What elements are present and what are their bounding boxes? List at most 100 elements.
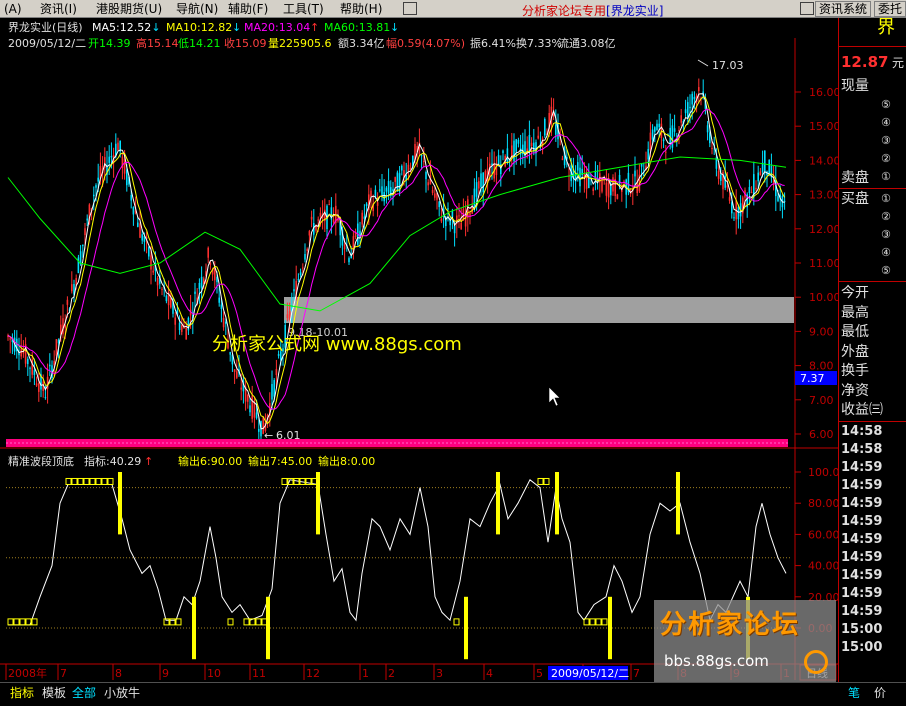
candle-body <box>150 255 152 270</box>
candle-body <box>319 212 322 217</box>
top-signal-bar <box>118 472 122 535</box>
high-marker-line <box>697 59 709 67</box>
candle-body <box>711 147 713 150</box>
delegate-button[interactable]: 委托 <box>874 1 906 17</box>
candle-body <box>376 202 379 206</box>
menu-item-news[interactable]: 资讯(I) <box>40 2 77 16</box>
current-price: 12.87 <box>841 53 889 71</box>
menu-item-tools[interactable]: 工具(T) <box>283 2 324 16</box>
candle-body <box>396 172 399 192</box>
candle-body <box>82 244 84 247</box>
candle-body <box>71 284 73 292</box>
menu-item-hk-futures[interactable]: 港股期货(U) <box>96 2 162 16</box>
candle-body <box>302 267 304 269</box>
logo-mark-icon <box>804 650 828 674</box>
candle-body <box>385 187 388 192</box>
candle-body <box>97 177 99 182</box>
time-tick-label: 11 <box>252 667 266 680</box>
ma-legend: 界龙实业(日线) MA5:12.52 ↓ MA10:12.82 ↓ MA20:13.04 ↑… <box>8 20 399 34</box>
candle-body <box>759 171 762 176</box>
ma-legend-item: MA20:13.04 <box>244 21 310 34</box>
tick-time: 14:59 <box>841 460 883 475</box>
candle-body <box>673 128 676 132</box>
candle-body <box>148 247 150 257</box>
indicator-tick-label: 40.00 <box>808 560 838 573</box>
indicator-tick-label: 80.00 <box>808 497 838 510</box>
tab-template[interactable]: 模板 <box>40 685 68 701</box>
tab-price[interactable]: 价 <box>872 685 888 701</box>
ma-trend-arrow: ↓ <box>390 21 399 34</box>
candle-body <box>141 234 143 241</box>
candle-body <box>651 129 654 140</box>
candle-body <box>717 171 720 179</box>
current-price-tag-text: 7.37 <box>800 372 825 385</box>
quote-field: 换7.33% <box>516 36 562 50</box>
candle-body <box>605 182 608 196</box>
window-restore-icon[interactable] <box>403 2 417 15</box>
menu-item-a[interactable]: (A) <box>4 2 22 16</box>
info-system-button[interactable]: 资讯系统 <box>815 1 872 17</box>
menu-item-assist[interactable]: 辅助(F) <box>228 2 268 16</box>
sell-level-icon: ③ <box>881 134 891 147</box>
candle-body <box>236 371 238 378</box>
candle-body <box>381 186 383 195</box>
candle-body <box>139 223 141 238</box>
candle-body <box>225 321 227 324</box>
price-range-band <box>284 297 794 323</box>
menu-item-navigation[interactable]: 导航(N) <box>176 2 218 16</box>
quote-field: 流通3.08亿 <box>558 36 616 50</box>
signal-box <box>601 618 608 626</box>
indicator-tick-label: 60.00 <box>808 528 838 541</box>
side-divider <box>839 46 906 47</box>
candle-body <box>517 139 520 144</box>
sell-level-icon: ① <box>881 170 891 183</box>
candle-body <box>401 165 403 171</box>
candle-body <box>258 428 260 432</box>
time-tick-label: 5 <box>536 667 543 680</box>
bottom-signal-bar <box>608 596 612 660</box>
tick-time: 14:59 <box>841 586 883 601</box>
signal-box <box>89 477 96 485</box>
candle-body <box>328 204 330 206</box>
candle-body <box>544 118 546 136</box>
signal-box <box>595 618 602 626</box>
logo-url: bbs.88gs.com <box>664 652 769 670</box>
candle-body <box>706 125 709 133</box>
candle-body <box>194 291 196 294</box>
window-menu-icon[interactable] <box>800 2 814 15</box>
candle-body <box>181 325 183 332</box>
price-tick-label: 7.00 <box>809 394 834 407</box>
tab-trades[interactable]: 笔 <box>846 685 862 701</box>
tab-all[interactable]: 全部 <box>70 685 98 701</box>
indicator-title: 精准波段顶底 <box>8 454 74 468</box>
candle-body <box>687 102 689 119</box>
sell-level-icon: ⑤ <box>881 98 891 111</box>
tick-time: 14:59 <box>841 604 883 619</box>
tab-xiaofangniu[interactable]: 小放牛 <box>102 685 142 701</box>
kline-chart-area[interactable]: 界龙实业(日线) MA5:12.52 ↓ MA10:12.82 ↓ MA20:13.04 ↑… <box>0 18 838 682</box>
candle-body <box>27 358 29 365</box>
logo-watermark: 分析家论坛 bbs.88gs.com <box>654 600 836 682</box>
menu-item-help[interactable]: 帮助(H) <box>340 2 382 16</box>
top-signal-bar <box>496 472 500 535</box>
price-tick-label: 9.00 <box>809 325 834 338</box>
candle-body <box>460 222 462 230</box>
quote-field: 低14.21 <box>178 37 221 50</box>
candle-body <box>473 188 476 209</box>
candle-body <box>506 148 509 163</box>
candle-body <box>317 219 319 221</box>
candle-body <box>126 169 128 186</box>
quote-field: 量225905.6 <box>268 37 332 50</box>
stat-label: 最低 <box>841 324 869 340</box>
top-signal-bar <box>676 472 680 535</box>
candle-body <box>130 194 132 201</box>
signal-box <box>13 618 20 626</box>
tab-indicator[interactable]: 指标 <box>8 685 36 701</box>
candle-body <box>233 369 236 372</box>
tick-time: 14:59 <box>841 568 883 583</box>
candle-body <box>680 115 682 123</box>
candle-body <box>478 181 480 189</box>
quote-field: 2009/05/12/二 <box>8 37 86 50</box>
candle-body <box>691 93 693 105</box>
tick-time: 14:59 <box>841 550 883 565</box>
